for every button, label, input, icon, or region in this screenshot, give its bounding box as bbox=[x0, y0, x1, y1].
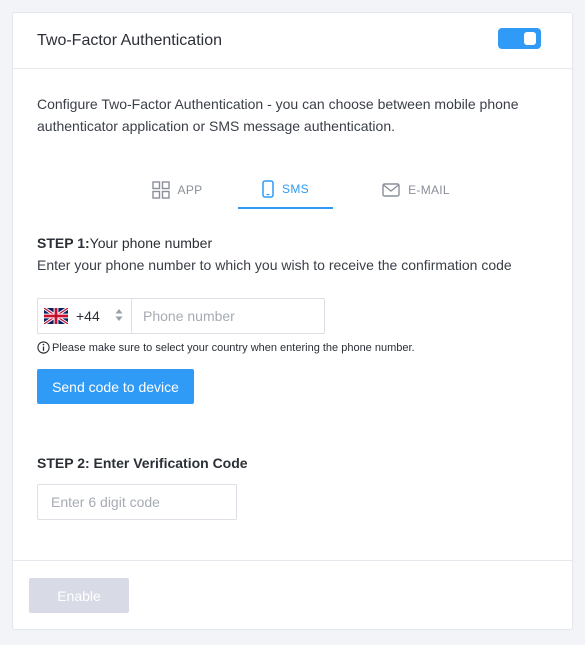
tab-sms-label: SMS bbox=[282, 182, 309, 196]
step1-title-bold: STEP 1: bbox=[37, 235, 90, 251]
card-header: Two-Factor Authentication bbox=[13, 13, 572, 69]
step1-description: Enter your phone number to which you wis… bbox=[37, 257, 512, 273]
card-title: Two-Factor Authentication bbox=[37, 32, 222, 49]
enable-button[interactable]: Enable bbox=[29, 578, 129, 613]
mobile-phone-icon bbox=[262, 180, 274, 198]
two-factor-toggle[interactable] bbox=[498, 28, 541, 49]
step1-title-rest: Your phone number bbox=[89, 235, 213, 251]
send-code-button[interactable]: Send code to device bbox=[37, 369, 194, 404]
two-factor-card: Two-Factor Authentication Configure Two-… bbox=[12, 12, 573, 630]
phone-hint: Please make sure to select your country … bbox=[37, 341, 415, 354]
country-code-select[interactable]: +44 bbox=[38, 299, 132, 333]
method-tabs: APP SMS E-MAIL bbox=[133, 171, 463, 209]
step2-title: STEP 2: Enter Verification Code bbox=[37, 455, 248, 471]
step1-title: STEP 1:Your phone number bbox=[37, 235, 212, 251]
tab-app[interactable]: APP bbox=[133, 171, 221, 209]
tab-sms[interactable]: SMS bbox=[238, 171, 333, 209]
tab-email-label: E-MAIL bbox=[408, 183, 450, 197]
info-icon bbox=[37, 341, 50, 354]
toggle-knob bbox=[524, 32, 536, 45]
card-footer: Enable bbox=[13, 560, 572, 630]
verification-code-input[interactable] bbox=[37, 484, 237, 520]
tab-app-label: APP bbox=[177, 183, 203, 197]
envelope-icon bbox=[382, 183, 400, 197]
phone-input-group: +44 bbox=[37, 298, 325, 334]
select-arrows-icon bbox=[115, 308, 123, 322]
uk-flag-icon bbox=[43, 306, 69, 326]
phone-hint-text: Please make sure to select your country … bbox=[52, 341, 415, 354]
grid-icon bbox=[151, 181, 170, 199]
phone-number-input[interactable] bbox=[132, 299, 324, 333]
dial-code: +44 bbox=[76, 308, 100, 324]
tab-email[interactable]: E-MAIL bbox=[366, 171, 466, 209]
description-text: Configure Two-Factor Authentication - yo… bbox=[37, 96, 519, 134]
